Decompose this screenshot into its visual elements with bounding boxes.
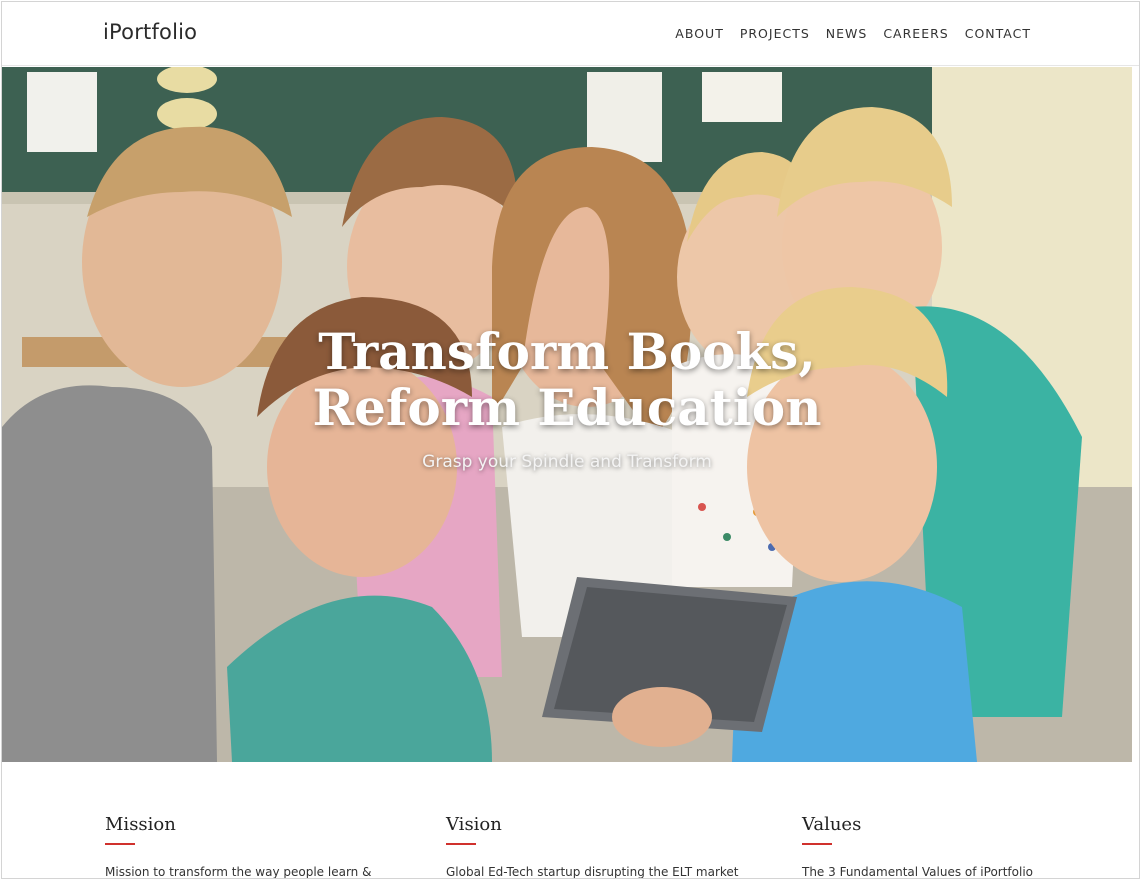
vision-heading: Vision: [446, 814, 502, 835]
mission-heading: Mission: [105, 814, 176, 835]
values-underline: [802, 843, 832, 845]
values-column: Values The 3 Fundamental Values of iPort…: [802, 814, 1033, 879]
main-nav: ABOUT PROJECTS NEWS CAREERS CONTACT: [659, 26, 1031, 41]
nav-about[interactable]: ABOUT: [675, 26, 724, 41]
hero-title-line1: Transform Books,: [318, 322, 816, 381]
nav-news[interactable]: NEWS: [826, 26, 868, 41]
values-text: The 3 Fundamental Values of iPortfolio: [802, 865, 1033, 879]
hero-banner: Transform Books, Reform Education Grasp …: [2, 67, 1132, 762]
site-header: iPortfolio ABOUT PROJECTS NEWS CAREERS C…: [2, 2, 1139, 66]
values-heading: Values: [802, 814, 862, 835]
hero-subtitle: Grasp your Spindle and Transform: [422, 452, 712, 472]
page-frame: iPortfolio ABOUT PROJECTS NEWS CAREERS C…: [1, 1, 1140, 879]
hero-title-line2: Reform Education: [312, 378, 822, 437]
vision-text: Global Ed-Tech startup disrupting the EL…: [446, 865, 739, 879]
vision-column: Vision Global Ed-Tech startup disrupting…: [446, 814, 739, 879]
mission-underline: [105, 843, 135, 845]
brand-logo[interactable]: iPortfolio: [103, 20, 197, 44]
nav-contact[interactable]: CONTACT: [965, 26, 1031, 41]
hero-title: Transform Books, Reform Education: [2, 324, 1132, 436]
mission-text: Mission to transform the way people lear…: [105, 865, 372, 879]
nav-careers[interactable]: CAREERS: [883, 26, 948, 41]
nav-projects[interactable]: PROJECTS: [740, 26, 810, 41]
mission-column: Mission Mission to transform the way peo…: [105, 814, 372, 879]
vision-underline: [446, 843, 476, 845]
